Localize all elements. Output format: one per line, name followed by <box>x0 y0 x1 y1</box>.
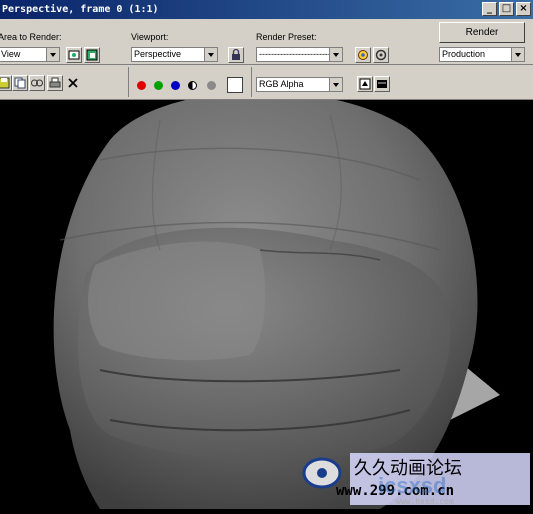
area-to-render-dropdown[interactable]: View <box>0 47 60 62</box>
red-channel-toggle[interactable] <box>137 81 146 90</box>
toolbar-divider <box>0 64 533 65</box>
display-alpha-icon <box>377 80 387 88</box>
monochrome-toggle[interactable] <box>207 81 216 90</box>
close-button[interactable]: × <box>516 2 531 16</box>
clone-window-button[interactable] <box>29 75 45 91</box>
channel-display-dropdown[interactable]: RGB Alpha <box>256 77 343 92</box>
preset-load-button[interactable] <box>373 47 389 63</box>
background-color-swatch[interactable] <box>227 77 243 93</box>
toolbar-separator <box>128 67 129 97</box>
area-to-render-label: Area to Render: <box>0 32 62 42</box>
save-image-icon <box>0 77 10 89</box>
chevron-down-icon <box>204 48 217 61</box>
print-button[interactable] <box>47 75 63 91</box>
window-titlebar: Perspective, frame 0 (1:1) _ □ × <box>0 0 533 19</box>
lock-icon <box>232 48 240 60</box>
preset-save-icon <box>358 50 368 60</box>
save-image-button[interactable] <box>0 75 12 91</box>
clone-window-icon <box>31 79 43 87</box>
area-to-render-value: View <box>1 49 21 59</box>
copy-icon <box>14 77 26 89</box>
toolbar-separator <box>251 67 252 97</box>
render-preset-label: Render Preset: <box>256 32 317 42</box>
viewport-label: Viewport: <box>131 32 169 42</box>
viewport-dropdown[interactable]: Perspective <box>131 47 218 62</box>
copy-button[interactable] <box>12 75 28 91</box>
forum-watermark: 久久动画论坛 www.299.com.cn icsxsd www.hxsd.co… <box>300 447 533 509</box>
minimize-button[interactable]: _ <box>482 2 497 16</box>
chevron-down-icon <box>511 48 524 61</box>
maximize-button[interactable]: □ <box>499 2 514 16</box>
copy-image-button[interactable] <box>84 47 100 63</box>
green-channel-toggle[interactable] <box>154 81 163 90</box>
region-select-icon <box>68 50 80 60</box>
watermark-brand: icsxsd <box>378 473 447 498</box>
alpha-channel-toggle[interactable] <box>188 81 197 90</box>
display-alpha-button[interactable] <box>357 76 373 92</box>
blue-channel-toggle[interactable] <box>171 81 180 90</box>
clear-icon <box>68 78 78 88</box>
render-mode-value: Production <box>442 49 486 59</box>
window-controls: _ □ × <box>482 2 531 16</box>
channel-display-value: RGB Alpha <box>259 79 304 89</box>
render-button[interactable]: Render <box>439 22 525 43</box>
region-select-button[interactable] <box>66 47 82 63</box>
chevron-down-icon <box>46 48 59 61</box>
render-preset-dropdown[interactable]: ------------------------ <box>256 47 343 62</box>
preset-save-button[interactable] <box>355 47 371 63</box>
render-mode-dropdown[interactable]: Production <box>439 47 525 62</box>
copy-image-icon <box>86 49 98 61</box>
window-title: Perspective, frame 0 (1:1) <box>2 4 159 15</box>
preset-load-icon <box>375 49 387 61</box>
lock-viewport-button[interactable] <box>228 47 244 63</box>
watermark-url: www.hxsd.com <box>396 497 454 506</box>
chevron-down-icon <box>329 78 342 91</box>
chevron-down-icon <box>329 48 342 61</box>
alpha-mono-icon <box>359 78 371 90</box>
viewport-value: Perspective <box>134 49 182 59</box>
render-toolbar: Area to Render: View Viewport: Perspecti… <box>0 19 533 100</box>
print-icon <box>49 77 61 88</box>
clear-button[interactable] <box>65 75 81 91</box>
display-mono-button[interactable] <box>374 76 390 92</box>
render-preset-value: ------------------------ <box>259 49 331 59</box>
